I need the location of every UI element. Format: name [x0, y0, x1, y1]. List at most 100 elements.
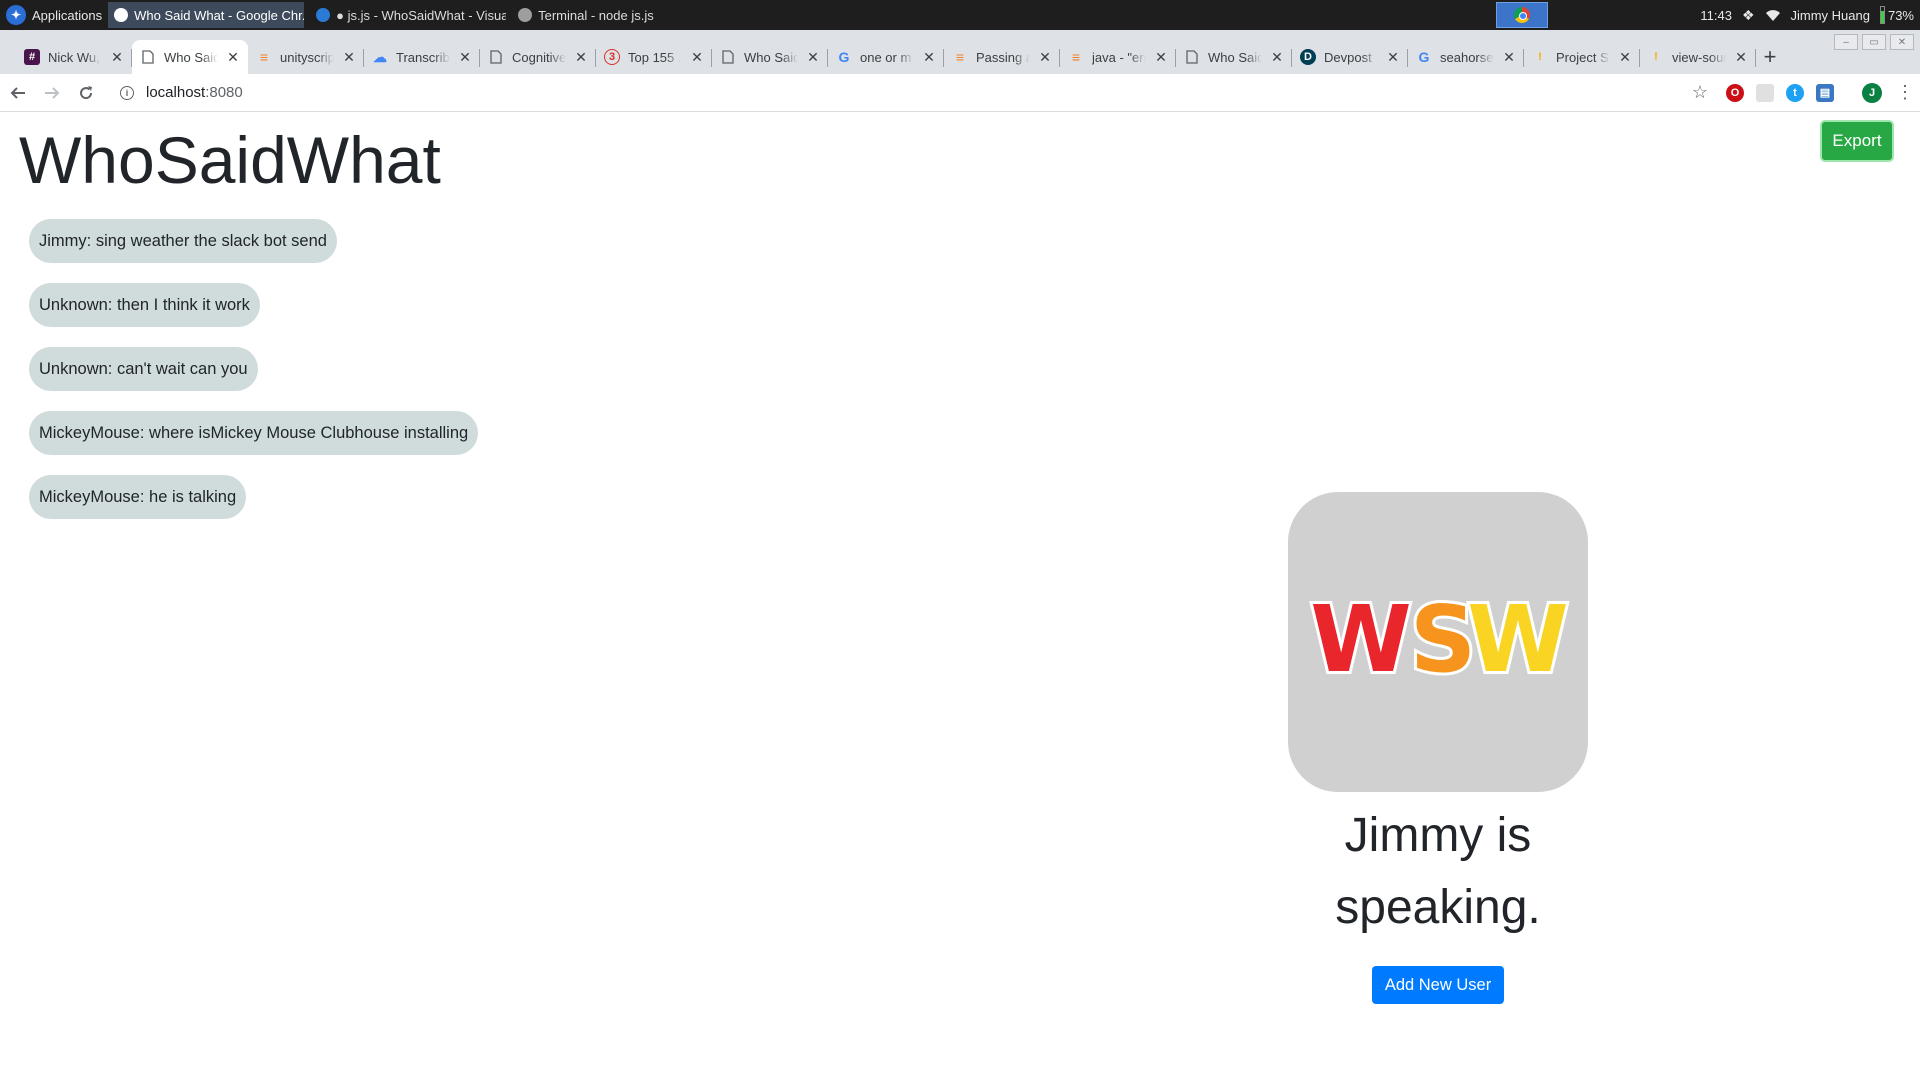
browser-tab[interactable]: Gone or m... ✕ — [828, 40, 944, 74]
tab-label: java - "err... — [1092, 49, 1146, 65]
message-bubble: Jimmy: sing weather the slack bot send — [29, 219, 337, 263]
tab-close-icon[interactable]: ✕ — [1154, 49, 1168, 66]
maximize-icon[interactable]: ▭ — [1862, 34, 1886, 50]
tab-close-icon[interactable]: ✕ — [1270, 49, 1284, 66]
chrome-icon — [1514, 7, 1530, 23]
taskbar-task[interactable]: Who Said What - Google Chr... — [108, 2, 305, 28]
add-new-user-button[interactable]: Add New User — [1371, 966, 1505, 1004]
taskbar-tasks: Who Said What - Google Chr... ● js.js - W… — [108, 2, 702, 28]
new-tab-button[interactable]: + — [1756, 40, 1784, 74]
window-controls: – ▭ ✕ — [1834, 34, 1914, 50]
wifi-icon[interactable] — [1765, 8, 1781, 22]
twitter-extension-icon[interactable]: t — [1786, 83, 1804, 102]
browser-tab[interactable]: Who Said What ✕ — [132, 40, 248, 74]
tab-close-icon[interactable]: ✕ — [690, 49, 704, 66]
browser-tab[interactable]: ! view-source ✕ — [1640, 40, 1756, 74]
task-label: ● js.js - WhoSaidWhat - Visua... — [336, 7, 507, 23]
devpost-icon: D — [1300, 49, 1316, 65]
browser-tab[interactable]: ≡ unityscript ✕ — [248, 40, 364, 74]
task-app-icon — [316, 8, 331, 22]
minimize-icon[interactable]: – — [1834, 34, 1858, 50]
tab-close-icon[interactable]: ✕ — [1038, 49, 1052, 66]
browser-tab[interactable]: Gseahorse ✕ — [1408, 40, 1524, 74]
browser-tab[interactable]: D Devpost ✕ — [1292, 40, 1408, 74]
opera-extension-icon[interactable]: O — [1726, 83, 1744, 102]
browser-menu-icon[interactable]: ⋮ — [1896, 82, 1914, 103]
tab-close-icon[interactable]: ✕ — [574, 49, 588, 66]
battery-indicator[interactable]: 73% — [1879, 6, 1914, 24]
stackoverflow-icon: ≡ — [1071, 49, 1081, 65]
tab-close-icon[interactable]: ✕ — [1734, 49, 1748, 66]
tab-close-icon[interactable]: ✕ — [806, 49, 820, 66]
blank-extension-icon[interactable] — [1756, 83, 1774, 102]
tab-close-icon[interactable]: ✕ — [458, 49, 472, 66]
tab-close-icon[interactable]: ✕ — [1618, 49, 1632, 66]
browser-tab[interactable]: ! Project S... ✕ — [1524, 40, 1640, 74]
clock: 11:43 — [1700, 7, 1732, 23]
message-list: Jimmy: sing weather the slack bot send Un… — [29, 219, 479, 519]
message-bubble: Unknown: then I think it work — [29, 283, 260, 327]
applications-menu[interactable]: ✦ Applications — [0, 0, 108, 30]
speaking-status: Jimmy is speaking. — [1335, 809, 1541, 934]
os-taskbar: ✦ Applications Who Said What - Google Ch… — [0, 0, 1920, 30]
page-icon — [720, 49, 736, 65]
back-button[interactable] — [2, 77, 34, 109]
tab-label: view-source — [1672, 49, 1726, 65]
screenshot-extension-icon[interactable]: ▤ — [1816, 83, 1834, 102]
task-app-icon — [518, 8, 533, 22]
browser-tab[interactable]: ≡ Passing a... ✕ — [944, 40, 1060, 74]
slack-icon: # — [24, 49, 40, 65]
taskbar-task[interactable]: Terminal - node js.js — [512, 2, 702, 28]
close-window-icon[interactable]: ✕ — [1890, 34, 1914, 50]
browser-tab[interactable]: 3 Top 155 ... ✕ — [596, 40, 712, 74]
browser-tab-strip: # Nick Wu, ... ✕ Who Said What ✕ ≡ unityscript… — [0, 30, 1920, 74]
tab-label: Top 155 ... — [628, 49, 682, 65]
tab-label: Nick Wu, ... — [48, 49, 102, 65]
extensions: O t ▤ — [1726, 83, 1834, 102]
tab-close-icon[interactable]: ✕ — [110, 49, 124, 66]
battery-icon — [1879, 6, 1885, 24]
user-name[interactable]: Jimmy Huang — [1791, 8, 1870, 23]
tab-close-icon[interactable]: ✕ — [922, 49, 936, 66]
google-cloud-icon: ☁ — [373, 48, 387, 65]
taskbar-task[interactable]: ● js.js - WhoSaidWhat - Visua... — [310, 2, 506, 28]
reload-button[interactable] — [70, 77, 102, 109]
browser-tab[interactable]: ≡ java - "err... ✕ — [1060, 40, 1176, 74]
forward-button[interactable] — [36, 77, 68, 109]
export-button[interactable]: Export — [1820, 120, 1894, 162]
browser-toolbar: i localhost:8080 ☆ O t ▤ J ⋮ — [0, 74, 1920, 112]
badge-3-icon: 3 — [604, 49, 620, 65]
tab-close-icon[interactable]: ✕ — [226, 49, 240, 66]
message-bubble: MickeyMouse: where isMickey Mouse Clubho… — [29, 411, 479, 455]
browser-tab[interactable]: Who Said What ✕ — [1176, 40, 1292, 74]
page-icon — [1184, 49, 1200, 65]
browser-tab[interactable]: Who Said What ✕ — [712, 40, 828, 74]
stackoverflow-icon: ≡ — [259, 49, 269, 65]
workspace-switcher[interactable] — [1496, 2, 1548, 28]
tab-close-icon[interactable]: ✕ — [1386, 49, 1400, 66]
browser-tab[interactable]: # Nick Wu, ... ✕ — [16, 40, 132, 74]
bolt-icon: ! — [1654, 51, 1658, 63]
tab-close-icon[interactable]: ✕ — [342, 49, 356, 66]
dropbox-icon[interactable]: ❖ — [1742, 7, 1755, 24]
browser-tab[interactable]: Cognitive ✕ — [480, 40, 596, 74]
profile-avatar[interactable]: J — [1862, 82, 1882, 103]
stackoverflow-icon: ≡ — [955, 49, 965, 65]
browser-tab[interactable]: ☁ Transcribe ✕ — [364, 40, 480, 74]
task-app-icon — [114, 8, 129, 22]
tab-list: # Nick Wu, ... ✕ Who Said What ✕ ≡ unityscript… — [16, 40, 1756, 74]
tab-label: Transcribe — [396, 49, 450, 65]
reload-icon — [80, 85, 93, 99]
bookmark-star-icon[interactable]: ☆ — [1688, 82, 1712, 103]
tab-label: unityscript — [280, 49, 334, 65]
tab-close-icon[interactable]: ✕ — [1502, 49, 1516, 66]
battery-percent: 73% — [1887, 7, 1914, 23]
tab-label: Who Said What — [744, 49, 798, 65]
speaker-panel: W S W Jimmy is speaking. Add New User — [1288, 492, 1588, 1004]
task-label: Who Said What - Google Chr... — [134, 7, 305, 23]
message-bubble: MickeyMouse: he is talking — [29, 475, 247, 519]
address-bar[interactable]: i localhost:8080 — [108, 79, 1688, 107]
google-icon: G — [838, 49, 850, 65]
tab-label: Who Said What — [164, 49, 218, 65]
site-info-icon[interactable]: i — [120, 85, 134, 100]
